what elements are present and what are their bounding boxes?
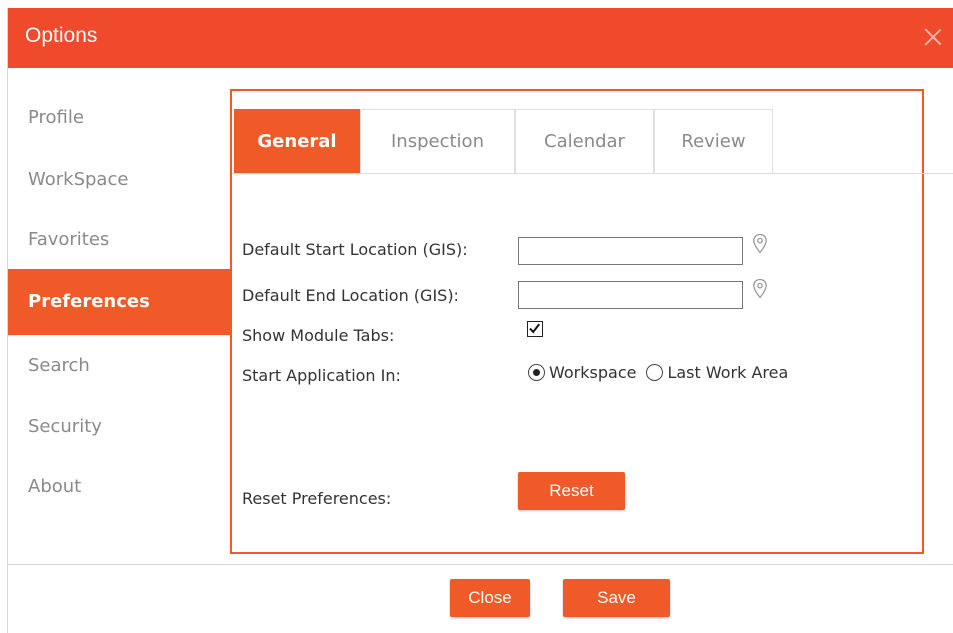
tab-calendar[interactable]: Calendar bbox=[515, 109, 654, 173]
sidebar-item-workspace[interactable]: WorkSpace bbox=[8, 148, 230, 208]
sidebar-item-label: Favorites bbox=[28, 229, 110, 250]
sidebar-item-preferences[interactable]: Preferences bbox=[8, 269, 230, 335]
sidebar-item-label: Profile bbox=[28, 107, 84, 128]
sidebar-item-label: Search bbox=[28, 355, 90, 376]
preferences-panel: General Inspection Calendar Review Defau… bbox=[230, 89, 953, 554]
tab-general[interactable]: General bbox=[234, 109, 360, 173]
map-pin-icon[interactable] bbox=[751, 278, 769, 300]
save-button[interactable]: Save bbox=[563, 579, 670, 617]
reset-preferences-label: Reset Preferences: bbox=[242, 489, 392, 508]
map-pin-icon[interactable] bbox=[751, 233, 769, 255]
radio-last-work-area-label: Last Work Area bbox=[667, 363, 789, 382]
sidebar-item-label: Security bbox=[28, 416, 102, 437]
end-location-input[interactable] bbox=[518, 281, 743, 309]
sidebar-item-search[interactable]: Search bbox=[8, 334, 230, 394]
start-location-input[interactable] bbox=[518, 237, 743, 265]
radio-workspace-label: Workspace bbox=[549, 363, 637, 382]
show-module-tabs-label: Show Module Tabs: bbox=[242, 326, 395, 345]
tab-inspection[interactable]: Inspection bbox=[360, 109, 515, 173]
footer-divider bbox=[8, 564, 953, 565]
start-application-label: Start Application In: bbox=[242, 366, 401, 385]
sidebar-item-label: WorkSpace bbox=[28, 169, 129, 190]
reset-button[interactable]: Reset bbox=[518, 472, 625, 510]
sidebar-item-favorites[interactable]: Favorites bbox=[8, 208, 230, 268]
sidebar-item-about[interactable]: About bbox=[8, 456, 230, 516]
checkmark-icon bbox=[529, 323, 540, 334]
dialog-title: Options bbox=[25, 24, 98, 47]
sidebar-item-security[interactable]: Security bbox=[8, 395, 230, 455]
start-application-radio-group: Workspace Last Work Area bbox=[528, 363, 798, 382]
radio-workspace[interactable] bbox=[528, 364, 545, 381]
close-button[interactable]: Close bbox=[450, 579, 530, 617]
close-icon[interactable] bbox=[922, 25, 944, 47]
options-dialog: Options Profile WorkSpace Favorites Pref… bbox=[7, 8, 953, 633]
start-location-label: Default Start Location (GIS): bbox=[242, 240, 468, 259]
sidebar-item-profile[interactable]: Profile bbox=[8, 86, 230, 146]
tab-divider bbox=[232, 173, 953, 174]
end-location-label: Default End Location (GIS): bbox=[242, 286, 459, 305]
sidebar-item-label: Preferences bbox=[28, 291, 150, 312]
show-module-tabs-checkbox[interactable] bbox=[527, 321, 543, 337]
radio-last-work-area[interactable] bbox=[646, 364, 664, 381]
tab-review[interactable]: Review bbox=[654, 109, 773, 173]
sidebar-item-label: About bbox=[28, 476, 82, 497]
title-bar: Options bbox=[8, 8, 953, 68]
